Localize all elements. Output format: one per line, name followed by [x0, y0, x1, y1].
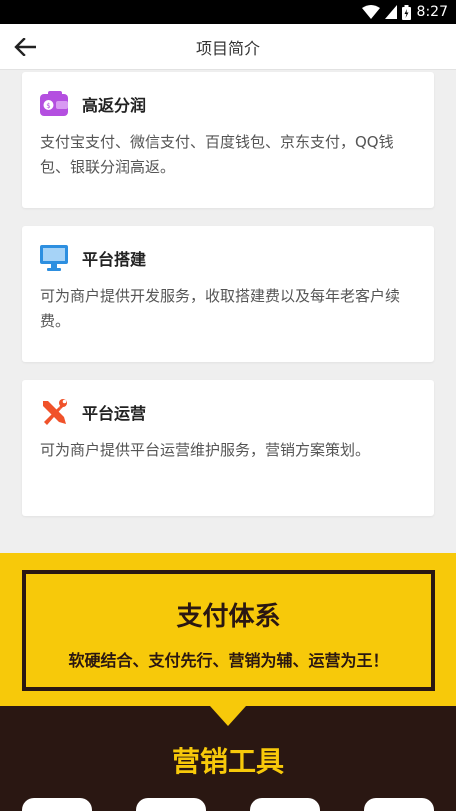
payment-system-section: 支付体系 软硬结合、支付先行、营销为辅、运营为王！ [0, 553, 456, 706]
card-description: 支付宝支付、微信支付、百度钱包、京东支付，QQ钱包、银联分润高返。 [40, 133, 394, 176]
signal-icon [384, 5, 397, 19]
card-title: 平台运营 [82, 404, 147, 423]
card-description: 可为商户提供开发服务，收取搭建费以及每年老客户续费。 [40, 287, 401, 330]
tools-icon [40, 398, 70, 426]
payment-system-slogan: 软硬结合、支付先行、营销为辅、运营为王！ [68, 651, 389, 670]
tool-item[interactable] [250, 798, 320, 811]
payment-system-title: 支付体系 [176, 602, 281, 632]
status-bar: 8:27 [0, 0, 456, 24]
svg-text:$: $ [46, 102, 50, 110]
status-time: 8:27 [416, 4, 448, 20]
monitor-icon [40, 244, 70, 272]
tool-item[interactable] [22, 798, 92, 811]
card-platform-operation: 平台运营 可为商户提供平台运营维护服务，营销方案策划。 [22, 380, 434, 516]
wallet-icon: $ [40, 90, 70, 118]
card-high-rebate: $ 高返分润 支付宝支付、微信支付、百度钱包、京东支付，QQ钱包、银联分润高返。 [22, 72, 434, 208]
app-bar: 项目简介 [0, 24, 456, 70]
payment-system-box: 支付体系 软硬结合、支付先行、营销为辅、运营为王！ [22, 570, 435, 691]
page-title: 项目简介 [195, 38, 260, 58]
section-pointer [210, 706, 246, 726]
wifi-icon [361, 5, 380, 19]
card-description: 可为商户提供平台运营维护服务，营销方案策划。 [40, 441, 371, 459]
battery-icon [401, 4, 411, 20]
card-title: 平台搭建 [82, 250, 147, 269]
tool-item[interactable] [364, 798, 434, 811]
card-platform-build: 平台搭建 可为商户提供开发服务，收取搭建费以及每年老客户续费。 [22, 226, 434, 362]
card-title: 高返分润 [82, 96, 147, 115]
marketing-tools-title: 营销工具 [171, 745, 284, 778]
back-arrow-icon[interactable] [10, 32, 40, 62]
tool-item[interactable] [136, 798, 206, 811]
